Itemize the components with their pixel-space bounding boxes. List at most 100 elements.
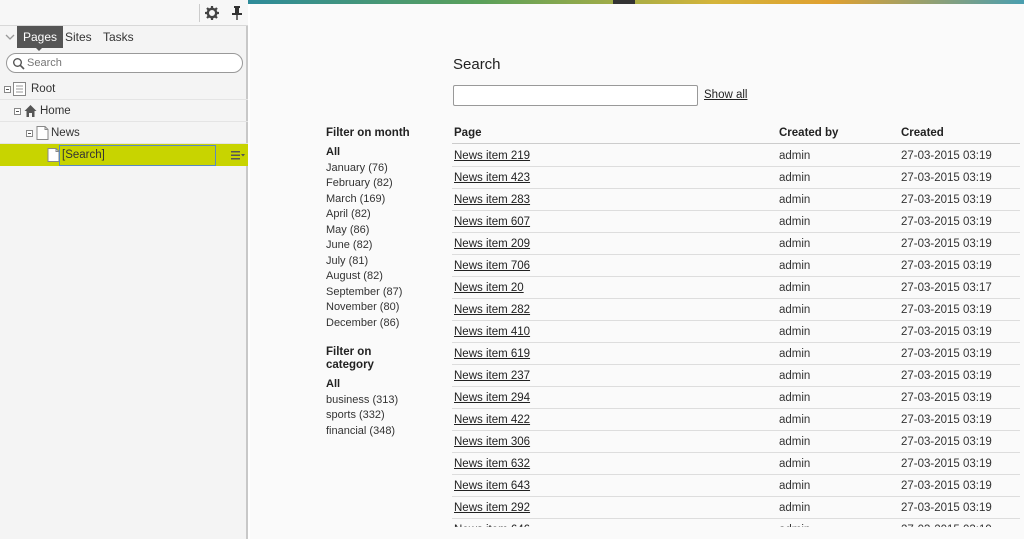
active-tab-caret bbox=[35, 47, 43, 51]
tree-item-label: News bbox=[51, 127, 80, 139]
table-row: News item 294 admin 27-03-2015 03:19 bbox=[452, 387, 1020, 409]
tab-sites[interactable]: Sites bbox=[59, 26, 98, 48]
filter-month-item[interactable]: February (82) bbox=[326, 176, 436, 192]
table-row: News item 410 admin 27-03-2015 03:19 bbox=[452, 321, 1020, 343]
created-cell: 27-03-2015 03:19 bbox=[901, 304, 992, 316]
column-header-page: Page bbox=[454, 127, 482, 139]
page-cell: News item 219 bbox=[454, 149, 530, 163]
column-header-created-by: Created by bbox=[779, 127, 839, 139]
table-row: News item 209 admin 27-03-2015 03:19 bbox=[452, 233, 1020, 255]
created-by-cell: admin bbox=[779, 348, 811, 360]
page-link[interactable]: News item 292 bbox=[454, 502, 530, 514]
created-by-cell: admin bbox=[779, 238, 811, 250]
filter-month-item[interactable]: August (82) bbox=[326, 269, 436, 285]
page-link[interactable]: News item 237 bbox=[454, 370, 530, 382]
created-by-cell: admin bbox=[779, 502, 811, 514]
created-cell: 27-03-2015 03:19 bbox=[901, 238, 992, 250]
page-tree-panel: Pages Sites Tasks Root Home News bbox=[0, 0, 248, 539]
collapse-icon[interactable] bbox=[4, 86, 11, 93]
filter-month-item[interactable]: December (86) bbox=[326, 316, 436, 332]
results-table: Page Created by Created News item 219 adm… bbox=[452, 126, 1020, 527]
page-link[interactable]: News item 423 bbox=[454, 172, 530, 184]
filter-month-item[interactable]: June (82) bbox=[326, 238, 436, 254]
page-link[interactable]: News item 619 bbox=[454, 348, 530, 360]
gear-icon[interactable] bbox=[204, 5, 220, 21]
created-cell: 27-03-2015 03:17 bbox=[901, 282, 992, 294]
tree-item-rename-field[interactable]: [Search] bbox=[59, 145, 216, 166]
created-by-cell: admin bbox=[779, 480, 811, 492]
page-link[interactable]: News item 282 bbox=[454, 304, 530, 316]
filter-month-item[interactable]: January (76) bbox=[326, 161, 436, 177]
page-link[interactable]: News item 706 bbox=[454, 260, 530, 272]
search-input[interactable] bbox=[453, 85, 698, 106]
tab-tasks[interactable]: Tasks bbox=[97, 26, 140, 48]
page-cell: News item 294 bbox=[454, 391, 530, 405]
page-cell: News item 20 bbox=[454, 281, 524, 295]
heading-line: category bbox=[326, 359, 374, 371]
tree-item-root[interactable]: Root bbox=[0, 78, 248, 100]
page-link[interactable]: News item 607 bbox=[454, 216, 530, 228]
filter-month: Filter on month All January (76) Februar… bbox=[326, 127, 436, 331]
page-link[interactable]: News item 422 bbox=[454, 414, 530, 426]
page-cell: News item 410 bbox=[454, 325, 530, 339]
collapse-icon[interactable] bbox=[26, 130, 33, 137]
filter-month-item[interactable]: November (80) bbox=[326, 300, 436, 316]
page-cell: News item 619 bbox=[454, 347, 530, 361]
created-cell: 27-03-2015 03:19 bbox=[901, 194, 992, 206]
table-row: News item 283 admin 27-03-2015 03:19 bbox=[452, 189, 1020, 211]
filter-category-all[interactable]: All bbox=[326, 377, 416, 393]
collapse-icon[interactable] bbox=[14, 108, 21, 115]
tree-item-home[interactable]: Home bbox=[0, 100, 248, 122]
created-cell: 27-03-2015 03:19 bbox=[901, 216, 992, 228]
page-cell: News item 292 bbox=[454, 501, 530, 515]
filter-category-item[interactable]: business (313) bbox=[326, 393, 416, 409]
filter-month-all[interactable]: All bbox=[326, 145, 436, 161]
filter-category-item[interactable]: financial (348) bbox=[326, 424, 416, 440]
page-link[interactable]: News item 294 bbox=[454, 392, 530, 404]
page-link[interactable]: News item 643 bbox=[454, 480, 530, 492]
page-link[interactable]: News item 410 bbox=[454, 326, 530, 338]
page-cell: News item 632 bbox=[454, 457, 530, 471]
panel-tabs: Pages Sites Tasks bbox=[0, 26, 248, 48]
page-link[interactable]: News item 283 bbox=[454, 194, 530, 206]
search-icon bbox=[13, 58, 25, 70]
context-menu-icon[interactable] bbox=[231, 150, 245, 160]
page-link[interactable]: News item 632 bbox=[454, 458, 530, 470]
filter-month-item[interactable]: March (169) bbox=[326, 192, 436, 208]
page-link[interactable]: News item 20 bbox=[454, 282, 524, 294]
page-link[interactable]: News item 306 bbox=[454, 436, 530, 448]
created-cell: 27-03-2015 03:19 bbox=[901, 480, 992, 492]
pin-icon[interactable] bbox=[229, 5, 245, 21]
table-row: News item 619 admin 27-03-2015 03:19 bbox=[452, 343, 1020, 365]
tree-item-news[interactable]: News bbox=[0, 122, 248, 144]
table-row: News item 282 admin 27-03-2015 03:19 bbox=[452, 299, 1020, 321]
created-by-cell: admin bbox=[779, 194, 811, 206]
table-row: News item 607 admin 27-03-2015 03:19 bbox=[452, 211, 1020, 233]
tree-item-search[interactable]: [Search] bbox=[0, 144, 248, 166]
created-by-cell: admin bbox=[779, 172, 811, 184]
page-link[interactable]: News item 646 bbox=[454, 524, 530, 527]
filter-month-item[interactable]: September (87) bbox=[326, 285, 436, 301]
show-all-link[interactable]: Show all bbox=[704, 89, 747, 101]
column-header-created: Created bbox=[901, 127, 944, 139]
created-by-cell: admin bbox=[779, 282, 811, 294]
page-link[interactable]: News item 209 bbox=[454, 238, 530, 250]
page-link[interactable]: News item 219 bbox=[454, 150, 530, 162]
tab-pages[interactable]: Pages bbox=[17, 26, 64, 48]
created-cell: 27-03-2015 03:19 bbox=[901, 392, 992, 404]
tree-item-label: [Search] bbox=[62, 149, 105, 161]
created-cell: 27-03-2015 03:19 bbox=[901, 260, 992, 272]
tree-search-input[interactable] bbox=[27, 55, 237, 71]
created-cell: 27-03-2015 03:19 bbox=[901, 523, 992, 527]
table-row: News item 646 admin 27-03-2015 03:19 bbox=[452, 519, 1020, 527]
created-by-cell: admin bbox=[779, 370, 811, 382]
created-cell: 27-03-2015 03:19 bbox=[901, 436, 992, 448]
filter-month-item[interactable]: May (86) bbox=[326, 223, 436, 239]
filter-month-item[interactable]: April (82) bbox=[326, 207, 436, 223]
filter-category-item[interactable]: sports (332) bbox=[326, 408, 416, 424]
filter-month-item[interactable]: July (81) bbox=[326, 254, 436, 270]
chevron-down-icon[interactable] bbox=[5, 32, 15, 42]
table-row: News item 292 admin 27-03-2015 03:19 bbox=[452, 497, 1020, 519]
created-by-cell: admin bbox=[779, 150, 811, 162]
page-cell: News item 282 bbox=[454, 303, 530, 317]
